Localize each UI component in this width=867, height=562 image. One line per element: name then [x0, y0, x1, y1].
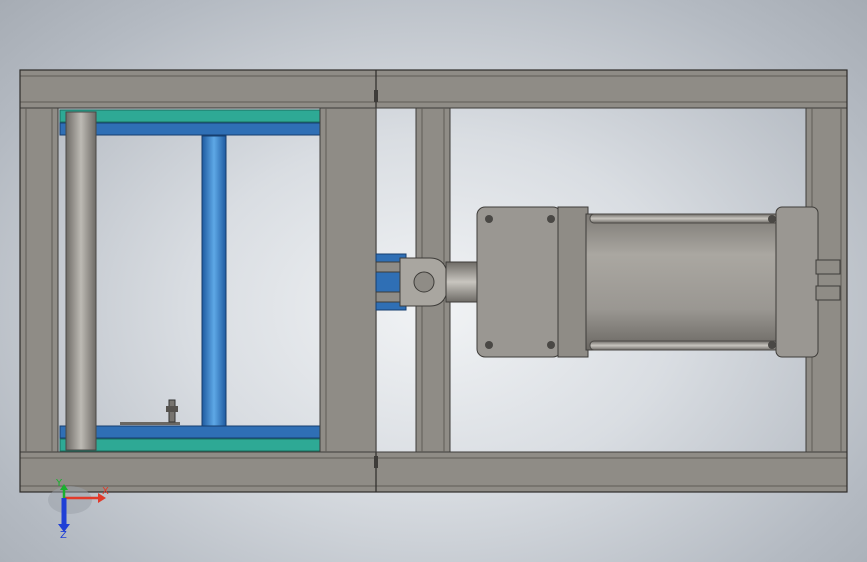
- x-axis-label: X: [102, 486, 109, 497]
- teal-plate-bottom: [59, 438, 323, 452]
- cylinder-barrel: [585, 213, 783, 351]
- teal-plate-top: [59, 109, 323, 123]
- z-axis-label: Z: [60, 530, 67, 541]
- mid-post: [319, 107, 377, 453]
- tie-rod-top: [589, 213, 781, 224]
- cad-model-drawing: [19, 69, 848, 532]
- left-guide-column: [65, 111, 97, 451]
- sensor-fitting: [120, 399, 180, 425]
- y-axis-label: Y: [56, 478, 63, 489]
- tie-rod-bottom: [589, 340, 781, 351]
- cylinder-rear-cap: [775, 206, 819, 358]
- blue-rail-bottom: [59, 425, 323, 439]
- blue-guide-rod: [201, 135, 227, 427]
- cylinder-front-flange: [476, 206, 562, 358]
- blue-rail-top: [59, 122, 323, 136]
- 3d-model-viewport[interactable]: X Y Z: [0, 0, 867, 562]
